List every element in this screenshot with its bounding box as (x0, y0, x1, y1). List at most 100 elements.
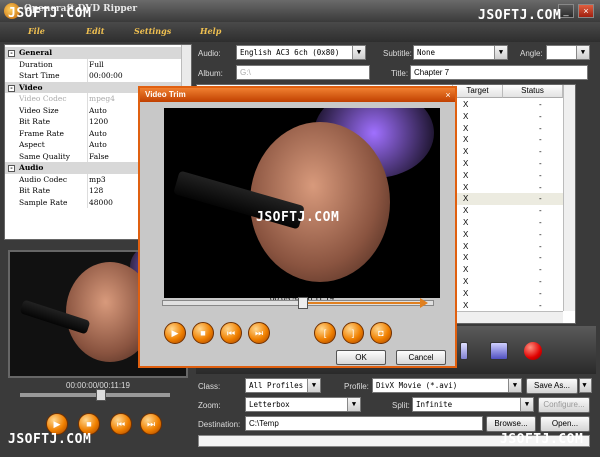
status-cell: - (539, 135, 542, 145)
target-cell: X (463, 111, 469, 121)
property-key: Bit Rate (19, 186, 51, 195)
trim-stop-button[interactable]: ■ (192, 322, 214, 344)
property-value[interactable]: Full (89, 60, 104, 69)
class-select[interactable]: All Profiles ▼ (245, 378, 321, 393)
collapse-toggle-icon[interactable]: - (8, 84, 15, 92)
property-value[interactable]: Auto (89, 106, 107, 115)
menu-settings[interactable]: Settings (134, 26, 171, 36)
target-cell: X (463, 147, 469, 157)
watermark: JSOFTJ.COM (256, 210, 340, 225)
dropdown-arrow-icon: ▼ (347, 398, 360, 411)
cancel-button[interactable]: Cancel (396, 350, 446, 365)
split-select[interactable]: Infinite ▼ (412, 397, 534, 412)
video-trim-dialog: Video Trim × JSOFTJ.COM 00:05:52/00:11:1… (138, 86, 457, 368)
subtitle-label: Subtitle: (383, 49, 412, 58)
property-value[interactable]: mp3 (89, 175, 106, 184)
save-as-button[interactable]: Save As... (526, 378, 578, 394)
target-cell: X (463, 194, 469, 204)
trim-seek-handle[interactable] (298, 297, 309, 309)
property-group[interactable]: - General (5, 47, 181, 59)
profile-select[interactable]: DivX Movie (*.avi) ▼ (372, 378, 522, 393)
property-key: Start Time (19, 71, 60, 80)
menu-edit[interactable]: Edit (86, 26, 104, 36)
status-cell: - (539, 288, 542, 298)
trim-next-button[interactable]: ⏭ (248, 322, 270, 344)
target-cell: X (463, 159, 469, 168)
preview-seek-slider[interactable] (20, 393, 170, 397)
profile-menu-button[interactable]: ▼ (579, 378, 592, 393)
set-end-button[interactable]: ] (342, 322, 364, 344)
dropdown-arrow-icon: ▼ (307, 379, 320, 392)
collapse-toggle-icon[interactable]: - (8, 165, 15, 172)
angle-select[interactable]: ▼ (546, 45, 590, 60)
configure-button[interactable]: Configure... (538, 397, 590, 413)
property-row[interactable]: Duration Full (5, 58, 181, 70)
property-value[interactable]: 1200 (89, 117, 108, 126)
status-cell: - (539, 277, 542, 286)
watermark: JSOFTJ.COM (8, 6, 92, 21)
track-list-vscrollbar[interactable] (563, 85, 575, 311)
property-key: Video Codec (19, 94, 67, 103)
target-cell: X (463, 170, 469, 180)
status-cell: - (539, 206, 542, 216)
property-key: Bit Rate (19, 117, 51, 126)
property-value[interactable]: 128 (89, 186, 103, 195)
trim-play-button[interactable]: ▶ (164, 322, 186, 344)
album-input[interactable]: G:\ (236, 65, 370, 80)
property-value[interactable]: 48000 (89, 198, 113, 207)
ok-button[interactable]: OK (336, 350, 386, 365)
status-cell: - (539, 253, 542, 263)
clear-trim-button[interactable]: ◘ (370, 322, 392, 344)
property-value[interactable]: False (89, 152, 109, 161)
status-cell: - (539, 265, 542, 275)
property-key: Audio (19, 163, 44, 172)
title-input[interactable]: Chapter 7 (410, 65, 588, 80)
menu-help[interactable]: Help (200, 26, 221, 36)
menu-file[interactable]: File (28, 26, 45, 36)
trim-prev-button[interactable]: ⏮ (220, 322, 242, 344)
target-cell: X (463, 300, 469, 310)
zoom-select[interactable]: Letterbox ▼ (245, 397, 361, 412)
property-key: Video Size (19, 105, 59, 115)
trim-end-marker-icon[interactable] (420, 298, 428, 308)
set-start-button[interactable]: [ (314, 322, 336, 344)
dropdown-arrow-icon: ▼ (580, 379, 591, 392)
pause-button[interactable] (460, 342, 468, 360)
stop-convert-button[interactable] (490, 342, 508, 360)
column-target[interactable]: Target (453, 85, 503, 98)
title-label: Title: (391, 69, 409, 78)
preview-prev-button[interactable]: ⏮ (110, 413, 132, 435)
close-button[interactable]: × (578, 4, 594, 18)
trim-video-frame: JSOFTJ.COM (164, 108, 440, 298)
destination-input[interactable]: C:\Temp (245, 416, 483, 431)
column-status[interactable]: Status (503, 85, 563, 98)
preview-next-button[interactable]: ⏭ (140, 413, 162, 435)
status-cell: - (539, 218, 542, 227)
target-cell: X (463, 253, 469, 263)
open-button[interactable]: Open... (540, 416, 590, 432)
zoom-label: Zoom: (198, 401, 221, 410)
subtitle-select[interactable]: None ▼ (413, 45, 508, 60)
status-cell: - (539, 159, 542, 168)
property-value[interactable]: Auto (89, 140, 107, 149)
dropdown-arrow-icon: ▼ (508, 379, 521, 392)
audio-select[interactable]: English AC3 6ch (0x80) ▼ (236, 45, 366, 60)
target-cell: X (463, 218, 469, 227)
property-value[interactable]: Auto (89, 129, 107, 138)
dialog-close-button[interactable]: × (442, 89, 454, 101)
property-key: Aspect (19, 140, 45, 149)
browse-button[interactable]: Browse... (486, 416, 536, 432)
property-value[interactable]: mpeg4 (89, 94, 115, 103)
target-cell: X (463, 123, 469, 133)
target-cell: X (463, 182, 469, 192)
preview-seek-handle[interactable] (96, 389, 106, 401)
dropdown-arrow-icon: ▼ (352, 46, 365, 59)
collapse-toggle-icon[interactable]: - (8, 50, 15, 57)
start-convert-button[interactable] (524, 342, 542, 360)
status-cell: - (539, 170, 542, 180)
property-value[interactable]: 00:00:00 (89, 71, 123, 80)
property-row[interactable]: Start Time 00:00:00 (5, 70, 181, 82)
status-cell: - (539, 100, 542, 109)
watermark: JSOFTJ.COM (8, 432, 92, 447)
target-cell: X (463, 100, 469, 109)
